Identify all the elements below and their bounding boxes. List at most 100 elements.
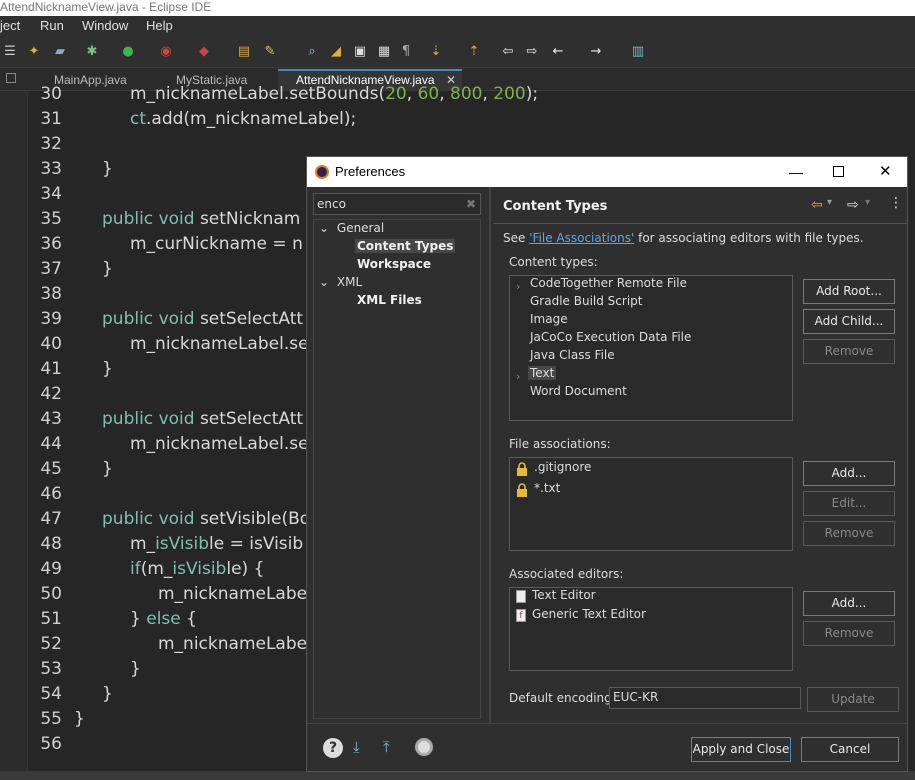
- code-text: m_nicknameLabel.se: [130, 434, 309, 454]
- close-window-icon[interactable]: ✕: [879, 157, 892, 187]
- edit-association-button[interactable]: Edit...: [803, 491, 895, 516]
- add-child-button[interactable]: Add Child...: [803, 309, 895, 334]
- bottom-panel-tabs: [0, 771, 915, 780]
- tree-general[interactable]: ⌄ General: [319, 221, 384, 235]
- tree-xml[interactable]: ⌄ XML: [319, 275, 362, 289]
- remove-type-button[interactable]: Remove: [803, 339, 895, 364]
- content-types-page: Content Types ⇦ ▾ ⇨ ▾ ⋮ See 'File Associ…: [493, 187, 907, 723]
- forward-edit-icon[interactable]: ⇨: [524, 44, 540, 60]
- see-suffix: for associating editors with file types.: [634, 231, 864, 245]
- help-icon[interactable]: ?: [323, 738, 343, 758]
- build-icon[interactable]: ✦: [26, 44, 42, 60]
- code-text: ct.add(m_nicknameLabel);: [130, 109, 357, 129]
- folder-icon[interactable]: ▰: [52, 44, 68, 60]
- editor-label: Text Editor: [532, 588, 596, 602]
- remove-association-button[interactable]: Remove: [803, 521, 895, 546]
- toggle-icon[interactable]: ▣: [352, 44, 368, 60]
- menu-project[interactable]: ject: [0, 16, 20, 36]
- pilcrow-icon[interactable]: ¶: [398, 44, 414, 60]
- code-text: m_nicknameLabe: [158, 634, 308, 654]
- associated-editors-list[interactable]: Text Editor f Generic Text Editor: [509, 587, 793, 671]
- forward-icon[interactable]: →: [588, 44, 604, 60]
- menu-bar: ject Run Window Help: [0, 16, 915, 36]
- code-text: m_isVisible = isVisib: [130, 534, 304, 554]
- pen-icon[interactable]: ✎: [262, 44, 278, 60]
- tree-content-types[interactable]: Content Types: [355, 239, 456, 253]
- code-text: public void setVisible(Bo: [102, 509, 311, 529]
- view-menu-icon[interactable]: ⋮: [889, 195, 903, 211]
- cancel-button[interactable]: Cancel: [801, 737, 899, 762]
- clear-filter-icon[interactable]: ✖: [466, 194, 476, 214]
- content-types-list[interactable]: › CodeTogether Remote File Gradle Build …: [509, 275, 793, 421]
- header-separator: [493, 223, 907, 224]
- highlight-icon[interactable]: ◢: [328, 44, 344, 60]
- back-icon[interactable]: ←: [550, 44, 566, 60]
- forward-menu-icon[interactable]: ▾: [865, 197, 870, 208]
- minimize-window-icon[interactable]: —: [789, 157, 803, 187]
- export-icon[interactable]: ⤒: [383, 738, 403, 758]
- list-item[interactable]: JaCoCo Execution Data File: [530, 330, 691, 344]
- content-types-label: Content types:: [509, 255, 598, 269]
- maximize-window-icon[interactable]: [833, 166, 844, 177]
- tab-label: MainApp.java: [54, 73, 127, 87]
- list-item[interactable]: CodeTogether Remote File: [530, 276, 687, 290]
- code-text: }: [102, 259, 113, 279]
- add-association-button[interactable]: Add...: [803, 461, 895, 486]
- import-icon[interactable]: ⤓: [353, 738, 373, 758]
- line-number: 50: [40, 584, 62, 604]
- chevron-right-icon: ›: [516, 280, 521, 293]
- list-item-selected[interactable]: Text: [528, 366, 557, 380]
- line-number: 35: [40, 209, 62, 229]
- add-root-button[interactable]: Add Root...: [803, 279, 895, 304]
- last-edit-icon[interactable]: ⇦: [500, 44, 516, 60]
- external-tools-icon[interactable]: ◆: [196, 44, 212, 60]
- remove-editor-button[interactable]: Remove: [803, 621, 895, 646]
- list-item[interactable]: Word Document: [530, 384, 627, 398]
- list-item[interactable]: Gradle Build Script: [530, 294, 642, 308]
- code-text: m_curNickname = n: [130, 234, 303, 254]
- search-icon[interactable]: ⌕: [304, 44, 320, 60]
- list-item[interactable]: Text Editor: [510, 588, 792, 606]
- chevron-right-icon: ›: [516, 370, 521, 383]
- block-icon[interactable]: ▦: [376, 44, 392, 60]
- apply-and-close-button[interactable]: Apply and Close: [691, 737, 791, 762]
- list-item[interactable]: .gitignore: [510, 460, 792, 478]
- file-associations-list[interactable]: .gitignore *.txt: [509, 457, 793, 551]
- editor-gutter: [0, 91, 28, 771]
- code-text: m_nicknameLabel.setBounds(20, 60, 800, 2…: [130, 84, 539, 104]
- prev-annotation-icon[interactable]: ⇡: [466, 44, 482, 60]
- dialog-footer: ? ⤓ ⤒ Apply and Close Cancel: [307, 723, 907, 771]
- back-arrow-icon[interactable]: ⇦: [811, 197, 823, 213]
- generic-editor-icon: f: [516, 609, 526, 622]
- tree-xml-files[interactable]: XML Files: [357, 293, 422, 307]
- tree-workspace[interactable]: Workspace: [357, 257, 431, 271]
- line-number: 39: [40, 309, 62, 329]
- run-icon[interactable]: ●: [120, 44, 136, 60]
- collapse-icon[interactable]: ☰: [2, 44, 18, 60]
- line-number: 54: [40, 684, 62, 704]
- oomph-icon[interactable]: [415, 738, 433, 756]
- add-editor-button[interactable]: Add...: [803, 591, 895, 616]
- filter-input[interactable]: enco ✖: [313, 193, 481, 215]
- lock-icon: [517, 462, 527, 476]
- default-encoding-input[interactable]: EUC-KR: [609, 687, 801, 709]
- menu-run[interactable]: Run: [40, 16, 64, 36]
- next-annotation-icon[interactable]: ⇣: [428, 44, 444, 60]
- coverage-icon[interactable]: ◉: [158, 44, 174, 60]
- minimize-icon[interactable]: [6, 73, 16, 83]
- update-button[interactable]: Update: [807, 687, 899, 712]
- perspective-icon[interactable]: ▥: [630, 44, 646, 60]
- debug-icon[interactable]: ✱: [84, 44, 100, 60]
- list-item[interactable]: Image: [530, 312, 568, 326]
- back-menu-icon[interactable]: ▾: [827, 197, 832, 208]
- forward-arrow-icon[interactable]: ⇨: [847, 197, 859, 213]
- menu-window[interactable]: Window: [82, 16, 128, 36]
- list-item[interactable]: f Generic Text Editor: [510, 607, 792, 625]
- menu-help[interactable]: Help: [146, 16, 173, 36]
- list-item[interactable]: *.txt: [510, 481, 792, 499]
- file-associations-link[interactable]: 'File Associations': [529, 231, 634, 245]
- list-item[interactable]: Java Class File: [530, 348, 615, 362]
- sash[interactable]: [489, 187, 491, 723]
- default-encoding-value: EUC-KR: [613, 690, 659, 704]
- open-type-icon[interactable]: ▤: [236, 44, 252, 60]
